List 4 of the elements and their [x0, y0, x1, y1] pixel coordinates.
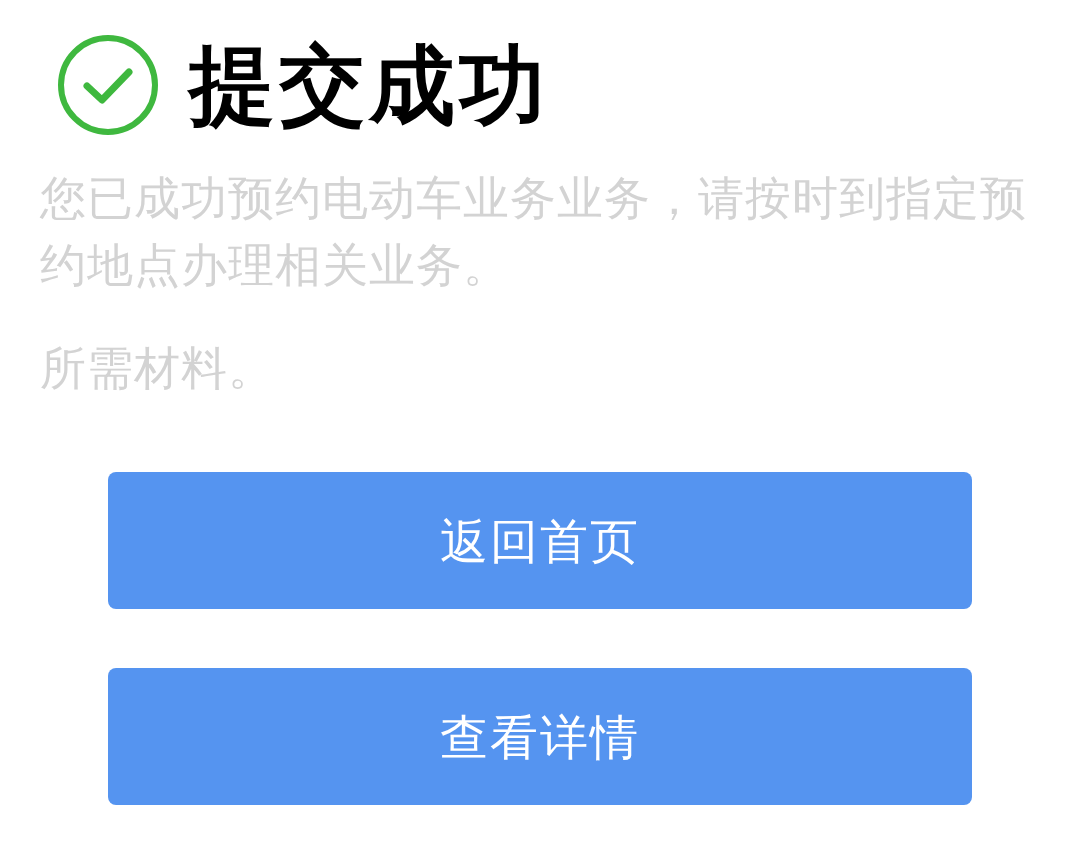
check-circle-icon	[57, 34, 159, 136]
page-title: 提交成功	[189, 42, 549, 128]
action-button[interactable]: 查看详情	[108, 668, 972, 805]
action-button[interactable]: 返回首页	[108, 472, 972, 609]
